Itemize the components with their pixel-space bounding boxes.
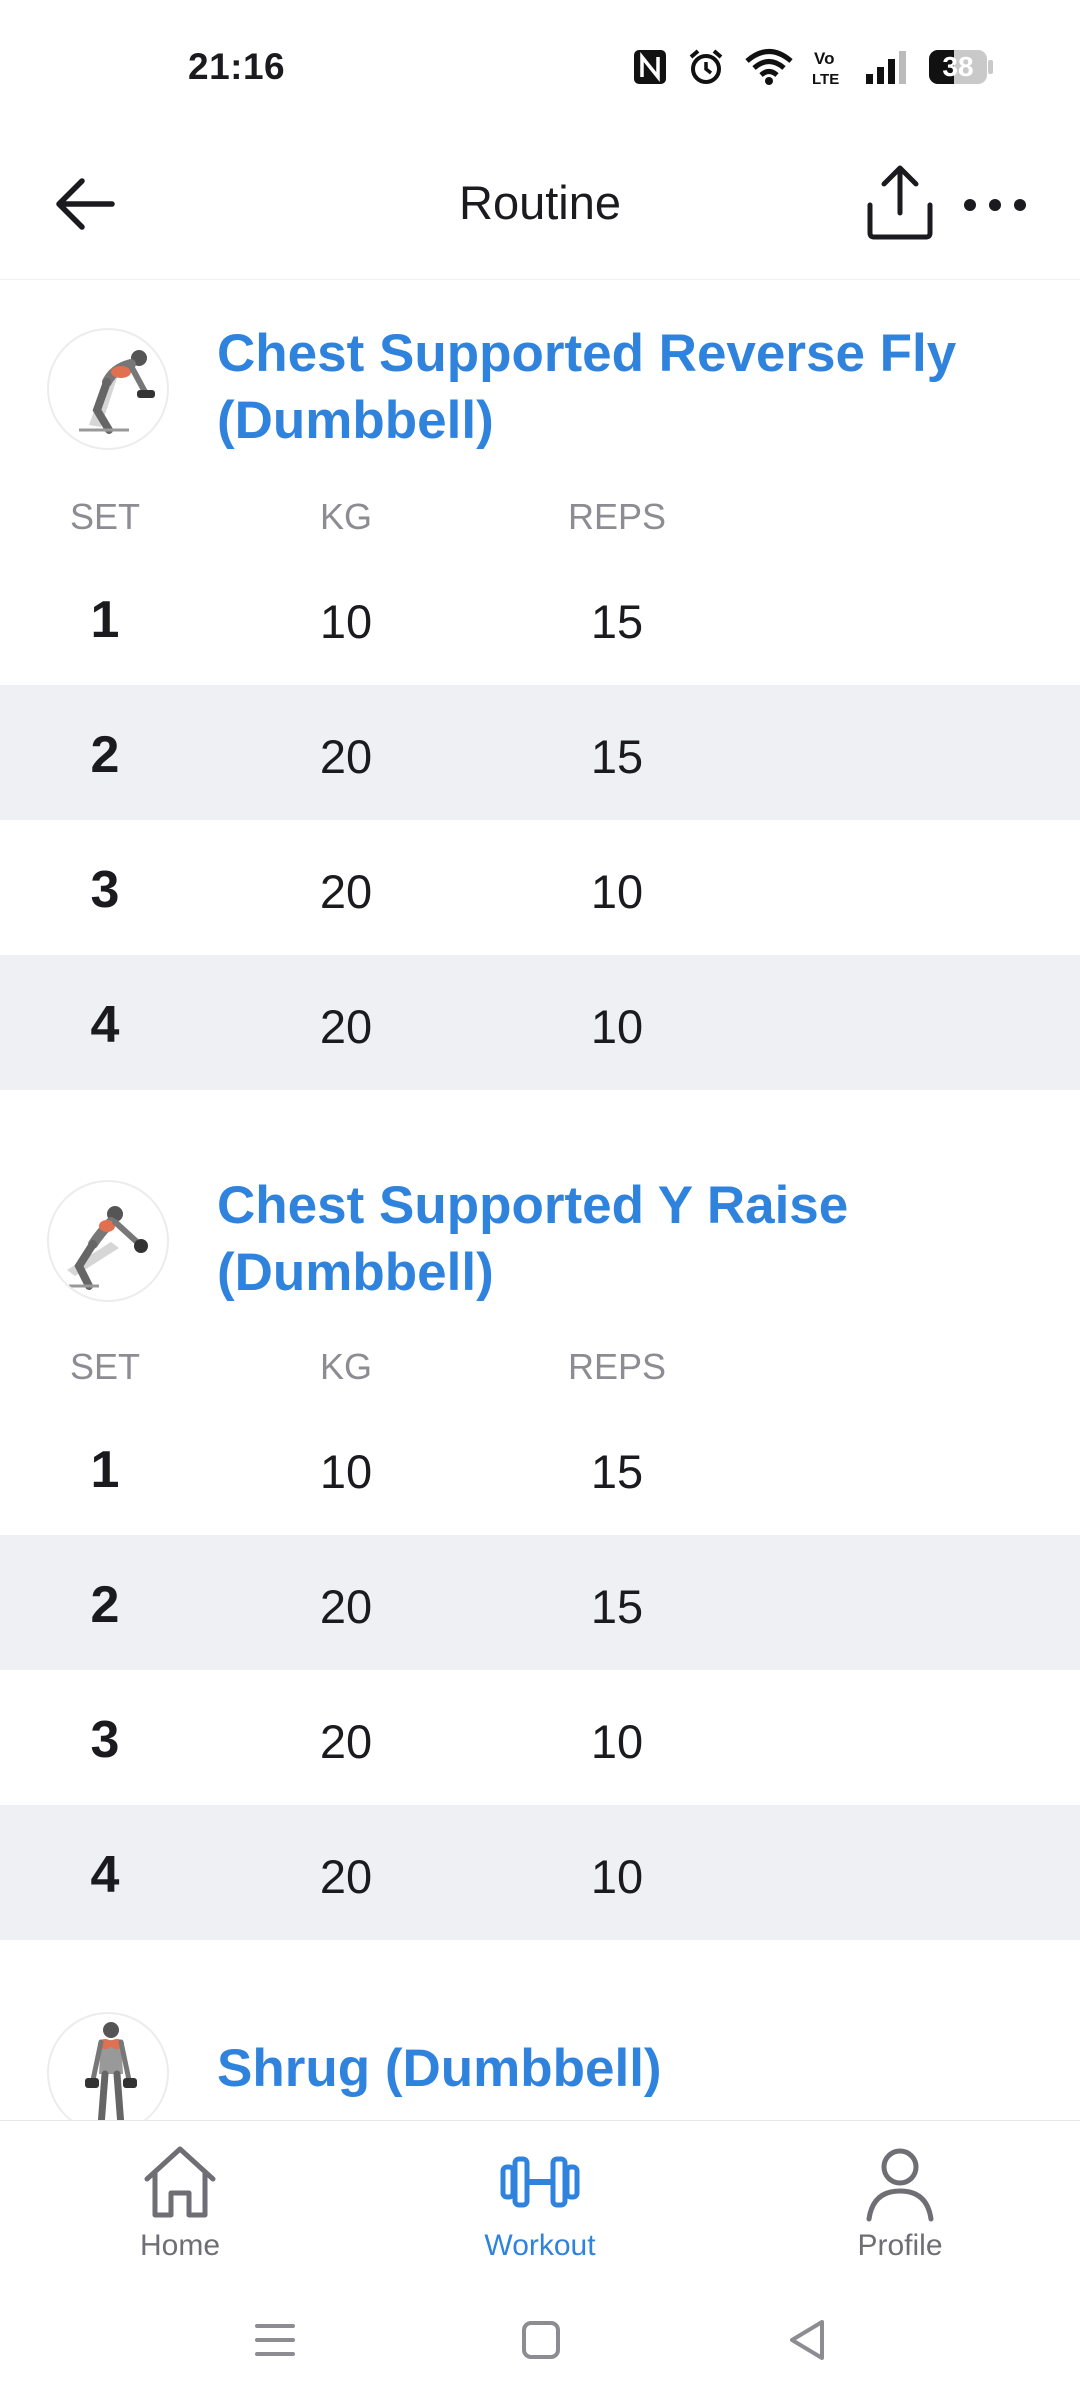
share-icon	[867, 165, 933, 240]
set-weight: 20	[319, 865, 373, 918]
exercise-title[interactable]: Chest Supported Reverse Fly (Dumbbell)	[217, 320, 1047, 454]
set-number: 4	[90, 1846, 120, 1904]
home-icon	[144, 2146, 216, 2218]
dumbbell-icon	[500, 2156, 580, 2208]
exercise-thumbnail[interactable]	[47, 328, 169, 450]
signal-icon	[866, 51, 906, 84]
status-icons: Vo LTE 38	[632, 44, 994, 90]
system-home-button[interactable]	[511, 2310, 571, 2370]
set-table-header: SET KG REPS	[0, 1330, 1080, 1400]
nav-workout-label: Workout	[484, 2229, 596, 2262]
exercise-card: Chest Supported Reverse Fly (Dumbbell) S…	[0, 280, 1080, 1090]
svg-text:Vo: Vo	[814, 49, 834, 68]
col-reps: REPS	[567, 496, 667, 537]
menu-lines-icon	[255, 2324, 295, 2356]
col-set: SET	[69, 1346, 141, 1387]
status-time: 21:16	[188, 46, 286, 87]
more-options-button[interactable]	[960, 175, 1030, 235]
set-table-header: SET KG REPS	[0, 480, 1080, 550]
exercise-header[interactable]: Shrug (Dumbbell)	[0, 1940, 1080, 2120]
nav-profile-label: Profile	[857, 2229, 943, 2262]
set-weight: 20	[319, 1580, 373, 1633]
more-horizontal-icon	[964, 199, 1026, 211]
set-reps: 15	[590, 730, 644, 783]
shrug-figure-icon	[85, 2022, 137, 2120]
col-reps: REPS	[567, 1346, 667, 1387]
set-reps: 15	[590, 1445, 644, 1498]
exercise-header[interactable]: Chest Supported Reverse Fly (Dumbbell)	[0, 280, 1080, 480]
system-back-button[interactable]	[778, 2310, 838, 2370]
set-weight: 20	[319, 1000, 373, 1053]
set-row: 4 20 10	[0, 955, 1080, 1090]
set-number: 2	[90, 1576, 120, 1634]
square-icon	[522, 2321, 560, 2359]
exercise-title[interactable]: Shrug (Dumbbell)	[217, 2035, 1047, 2102]
exercise-thumbnail[interactable]	[47, 1180, 169, 1302]
triangle-back-icon	[790, 2320, 824, 2360]
system-menu-button[interactable]	[245, 2310, 305, 2370]
wifi-icon	[745, 49, 793, 85]
profile-icon	[866, 2148, 934, 2222]
set-row: 3 20 10	[0, 1670, 1080, 1805]
share-button[interactable]	[862, 161, 938, 243]
y-raise-figure-icon	[67, 1206, 148, 1290]
set-reps: 15	[590, 595, 644, 648]
app-header: Routine	[0, 135, 1080, 280]
set-reps: 10	[590, 1715, 644, 1768]
col-kg: KG	[319, 1346, 373, 1387]
battery-level: 38	[942, 51, 974, 82]
exercise-title[interactable]: Chest Supported Y Raise (Dumbbell)	[217, 1172, 1047, 1306]
set-row: 1 10 15	[0, 1400, 1080, 1535]
reverse-fly-figure-icon	[79, 350, 155, 434]
nav-home[interactable]: Home	[70, 2137, 290, 2263]
set-row: 3 20 10	[0, 820, 1080, 955]
set-weight: 10	[319, 1445, 373, 1498]
set-number: 4	[90, 996, 120, 1054]
svg-text:LTE: LTE	[812, 71, 839, 87]
set-number: 1	[90, 591, 120, 649]
set-reps: 10	[590, 865, 644, 918]
exercise-thumbnail[interactable]	[47, 2012, 169, 2120]
set-weight: 20	[319, 730, 373, 783]
set-reps: 10	[590, 1000, 644, 1053]
set-number: 2	[90, 726, 120, 784]
set-row: 2 20 15	[0, 685, 1080, 820]
col-kg: KG	[319, 496, 373, 537]
nav-profile[interactable]: Profile	[790, 2137, 1010, 2263]
exercise-card: Shrug (Dumbbell)	[0, 1940, 1080, 2120]
set-row: 1 10 15	[0, 550, 1080, 685]
exercise-header[interactable]: Chest Supported Y Raise (Dumbbell)	[0, 1090, 1080, 1320]
nfc-icon	[634, 50, 666, 84]
set-number: 1	[90, 1441, 120, 1499]
nav-home-label: Home	[139, 2229, 221, 2262]
set-number: 3	[90, 861, 120, 919]
set-weight: 10	[319, 595, 373, 648]
set-reps: 15	[590, 1580, 644, 1633]
set-reps: 10	[590, 1850, 644, 1903]
set-number: 3	[90, 1711, 120, 1769]
col-set: SET	[69, 496, 141, 537]
set-row: 4 20 10	[0, 1805, 1080, 1940]
exercise-card: Chest Supported Y Raise (Dumbbell) SET K…	[0, 1090, 1080, 1940]
set-row: 2 20 15	[0, 1535, 1080, 1670]
battery-icon: 38	[928, 49, 994, 85]
bottom-navigation: Home Workout Profile	[0, 2120, 1080, 2270]
set-weight: 20	[319, 1715, 373, 1768]
alarm-icon	[689, 49, 723, 84]
volte-icon: Vo LTE	[812, 49, 839, 87]
set-weight: 20	[319, 1850, 373, 1903]
routine-content[interactable]: Chest Supported Reverse Fly (Dumbbell) S…	[0, 280, 1080, 2120]
system-navigation-bar	[0, 2270, 1080, 2400]
status-bar: 21:16 Vo LTE 38	[0, 0, 1080, 135]
nav-workout[interactable]: Workout	[430, 2137, 650, 2263]
